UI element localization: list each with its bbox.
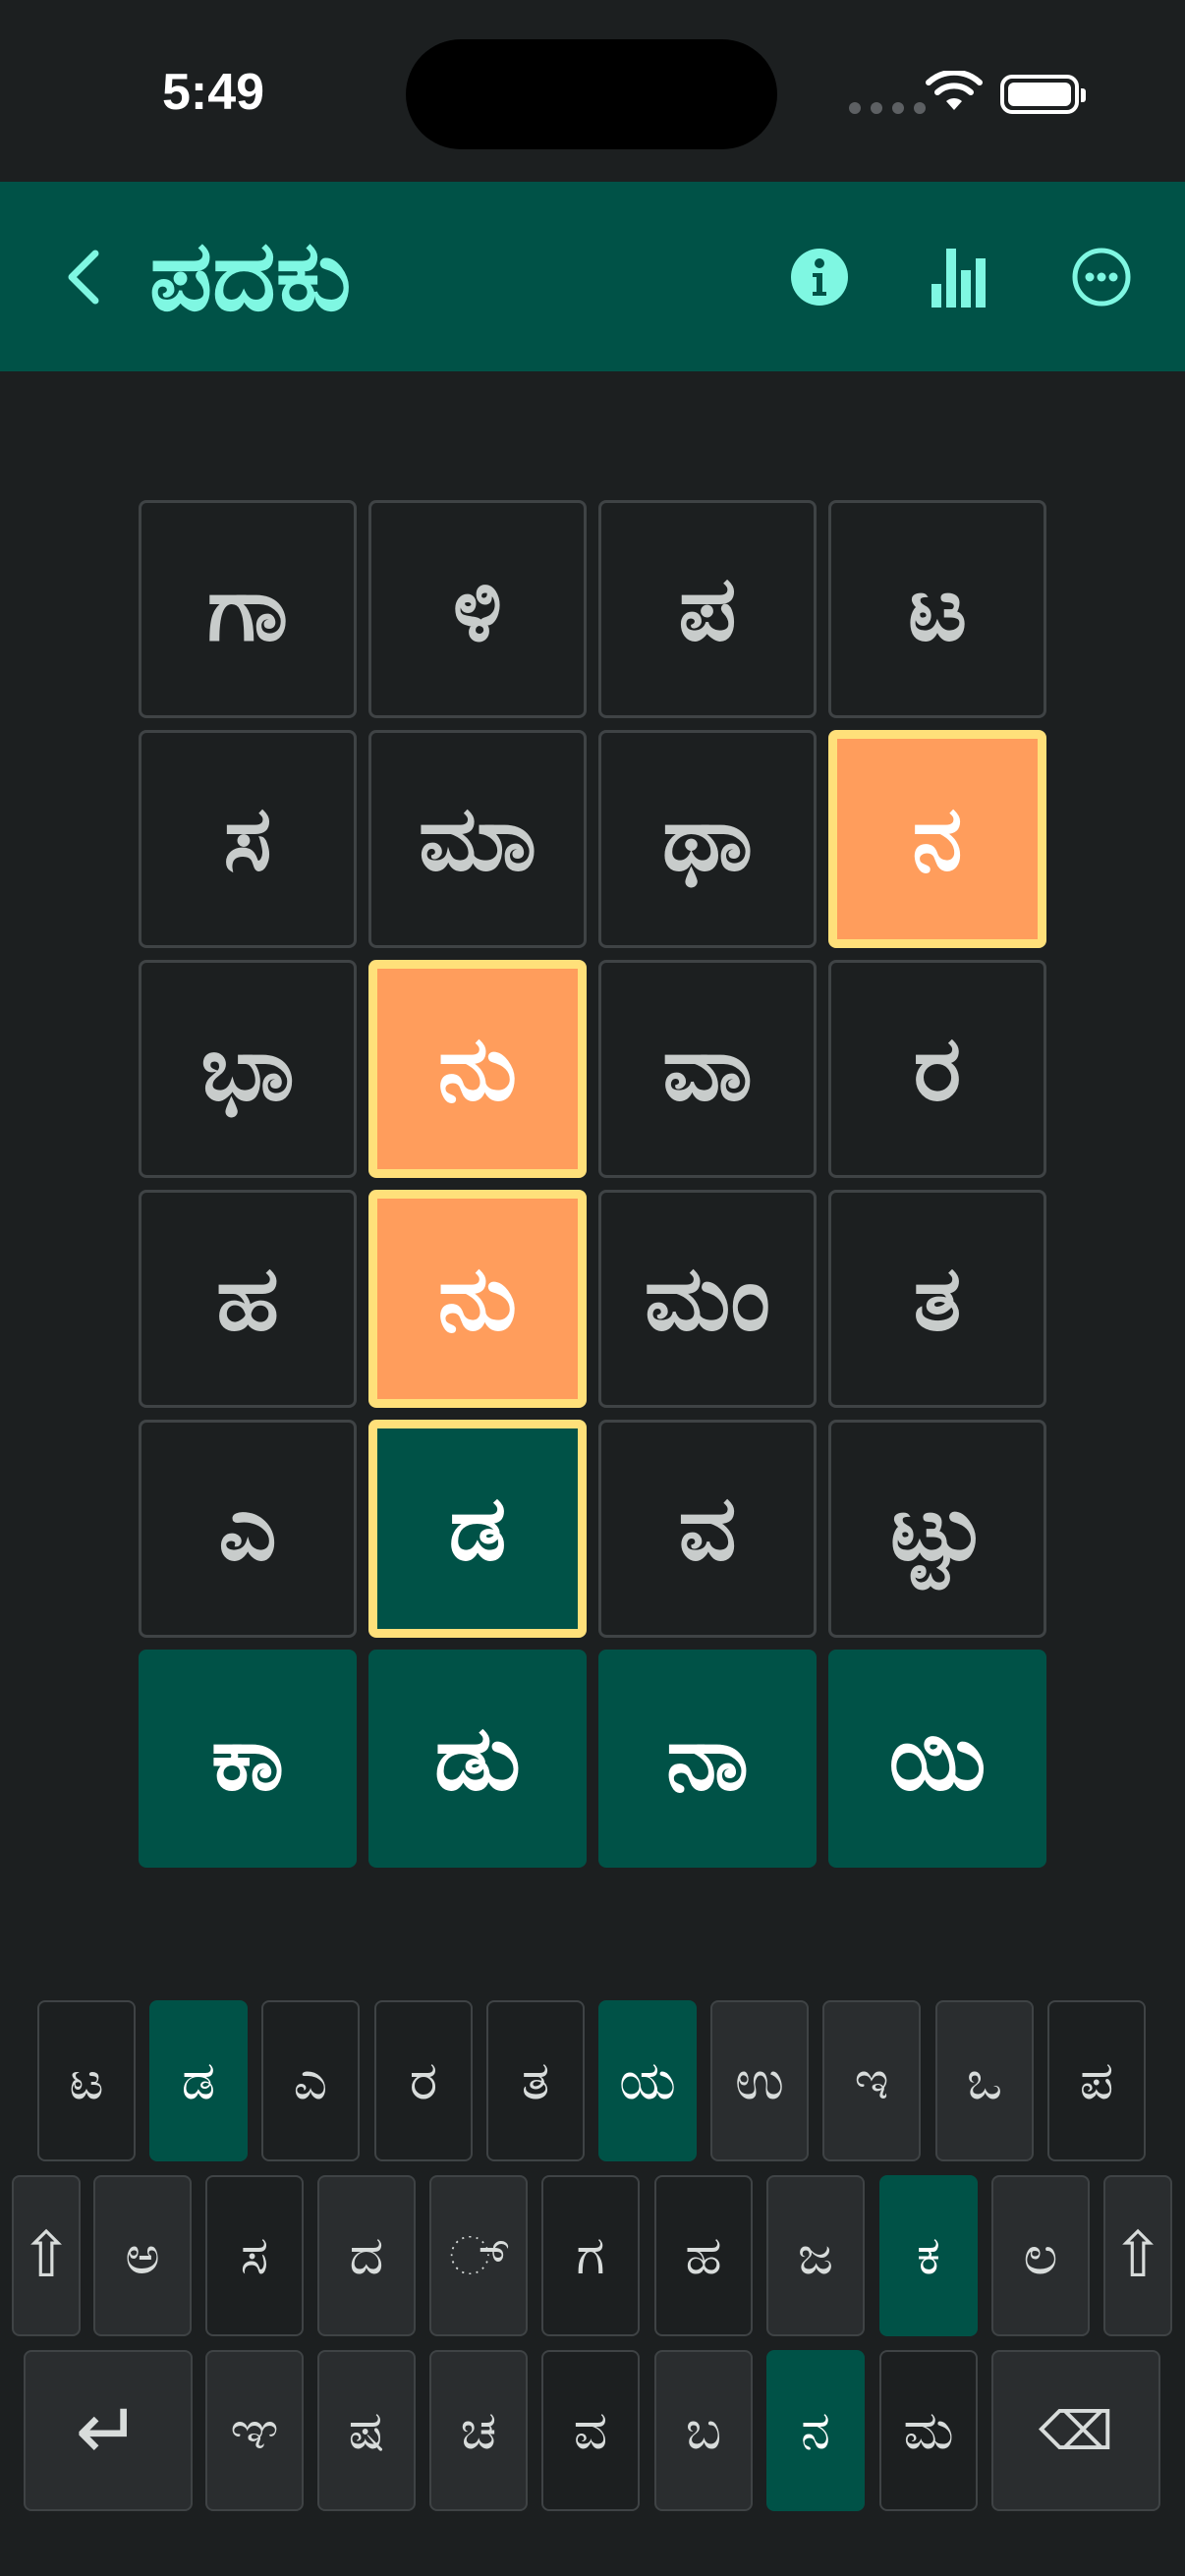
info-button[interactable] <box>775 233 864 321</box>
board-tile: ಮಾ <box>368 730 587 948</box>
board-tile: ವ <box>598 1420 817 1638</box>
keyboard-key[interactable]: ಲ <box>991 2175 1090 2336</box>
keyboard-key[interactable]: ◌್ <box>429 2175 528 2336</box>
chevron-left-icon <box>68 250 99 305</box>
cellular-signal-icon <box>849 102 926 114</box>
enter-key[interactable]: ↵ <box>24 2350 193 2511</box>
battery-icon <box>1000 75 1086 114</box>
keyboard-key[interactable]: ದ <box>317 2175 416 2336</box>
app-title: ಪದಕು <box>149 218 352 333</box>
board-tile: ಮಂ <box>598 1190 817 1408</box>
keyboard-key[interactable]: ತ <box>486 2000 585 2161</box>
keyboard-key[interactable]: ನ <box>766 2350 865 2511</box>
keyboard-key[interactable]: ಟ <box>37 2000 136 2161</box>
wifi-icon <box>926 71 983 110</box>
keyboard-key[interactable]: ಪ <box>1047 2000 1146 2161</box>
keyboard-key[interactable]: ಷ <box>317 2350 416 2511</box>
dynamic-island <box>406 39 777 149</box>
statistics-button[interactable] <box>917 233 1005 321</box>
keyboard-key[interactable]: ಅ <box>93 2175 192 2336</box>
keyboard-key[interactable]: ಸ <box>205 2175 304 2336</box>
board-tile: ಹ <box>139 1190 357 1408</box>
board-tile: ಎ <box>139 1420 357 1638</box>
keyboard-key[interactable]: ಉ <box>710 2000 809 2161</box>
app-header: ಪದಕು <box>0 182 1185 371</box>
keyboard-key[interactable]: ಇ <box>822 2000 921 2161</box>
board-tile: ಪ <box>598 500 817 718</box>
keyboard-key[interactable]: ಒ <box>935 2000 1034 2161</box>
board-tile: ಕಾ <box>139 1650 357 1868</box>
board-tile: ಟ್ಟು <box>828 1420 1046 1638</box>
status-bar: 5:49 <box>0 0 1185 182</box>
shift-key[interactable]: ⇧ <box>12 2175 81 2336</box>
board-tile: ಡು <box>368 1650 587 1868</box>
keyboard-key[interactable]: ಮ <box>879 2350 978 2511</box>
keyboard-key[interactable]: ಎ <box>261 2000 360 2161</box>
board-tile: ಟ <box>828 500 1046 718</box>
board-tile: ಯಿ <box>828 1650 1046 1868</box>
back-button[interactable] <box>53 233 114 321</box>
backspace-key[interactable]: ⌫ <box>991 2350 1160 2511</box>
board-tile: ನು <box>368 1190 587 1408</box>
board-tile: ವಾ <box>598 960 817 1178</box>
keyboard-key[interactable]: ಕ <box>879 2175 978 2336</box>
stats-icon <box>931 249 986 308</box>
more-button[interactable] <box>1057 233 1146 321</box>
info-icon <box>791 249 848 306</box>
keyboard-key[interactable]: ಬ <box>654 2350 753 2511</box>
keyboard-key[interactable]: ರ <box>374 2000 473 2161</box>
keyboard-key[interactable]: ಚ <box>429 2350 528 2511</box>
keyboard-key[interactable]: ಹ <box>654 2175 753 2336</box>
keyboard-key[interactable]: ಡ <box>149 2000 248 2161</box>
board-tile: ನು <box>368 960 587 1178</box>
keyboard-key[interactable]: ಗ <box>541 2175 640 2336</box>
board-tile: ಗಾ <box>139 500 357 718</box>
keyboard-key[interactable]: ಯ <box>598 2000 697 2161</box>
board-tile: ಸ <box>139 730 357 948</box>
keyboard-key[interactable]: ವ <box>541 2350 640 2511</box>
board-tile: ತ <box>828 1190 1046 1408</box>
keyboard-key[interactable]: ಞ <box>205 2350 304 2511</box>
shift-key[interactable]: ⇧ <box>1103 2175 1172 2336</box>
board-tile: ಡ <box>368 1420 587 1638</box>
board-tile: ರ <box>828 960 1046 1178</box>
board-tile: ನಾ <box>598 1650 817 1868</box>
status-time: 5:49 <box>162 64 265 121</box>
keyboard-key[interactable]: ಜ <box>766 2175 865 2336</box>
board-tile: ಳಿ <box>368 500 587 718</box>
board-tile: ಭಾ <box>139 960 357 1178</box>
more-icon <box>1072 248 1131 307</box>
board-tile: ಥಾ <box>598 730 817 948</box>
board-tile: ನ <box>828 730 1046 948</box>
